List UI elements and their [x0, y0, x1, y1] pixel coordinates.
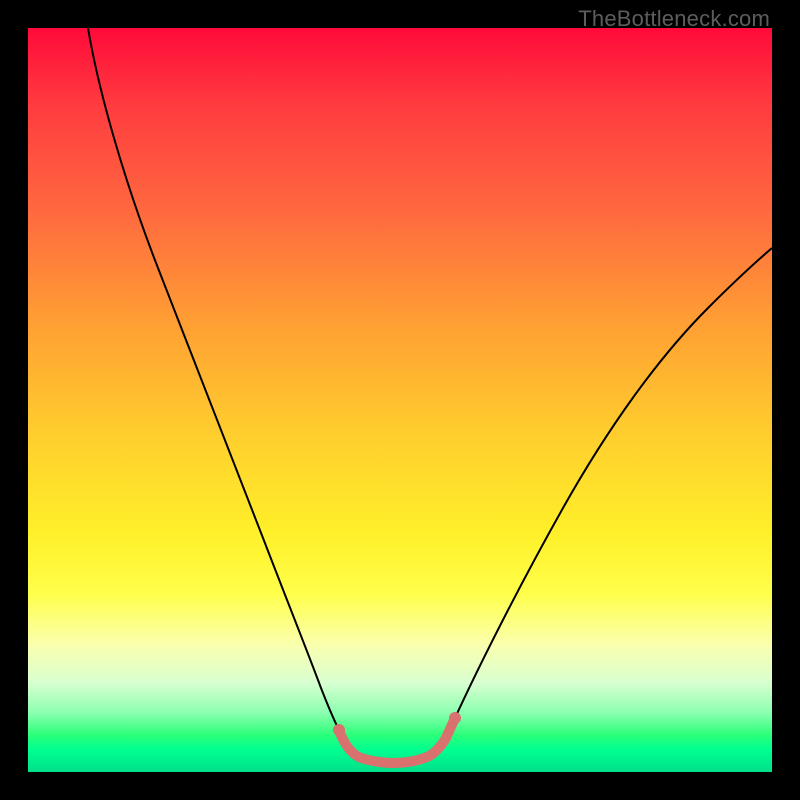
chart-svg [28, 28, 772, 772]
left-curve-line [88, 28, 339, 730]
plot-area [28, 28, 772, 772]
chart-frame: TheBottleneck.com [0, 0, 800, 800]
valley-highlight [339, 718, 455, 763]
right-curve-line [455, 248, 772, 718]
valley-dot-right [449, 712, 461, 724]
valley-dot-left [333, 724, 345, 736]
